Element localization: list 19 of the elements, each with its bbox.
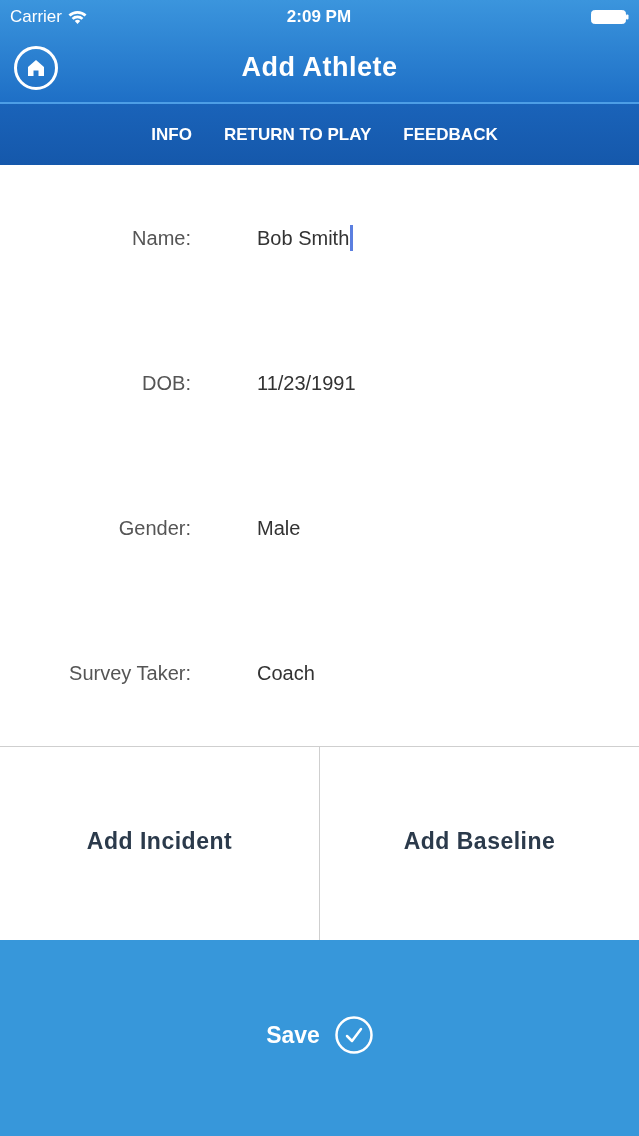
nav-tab[interactable]: FEEDBACK xyxy=(403,121,498,148)
nav-tab[interactable]: INFO xyxy=(151,121,192,148)
battery-icon xyxy=(591,9,629,24)
home-button[interactable] xyxy=(14,45,58,90)
text-field[interactable]: Coach xyxy=(257,658,315,689)
status-time: 2:09 PM xyxy=(286,5,352,28)
screen-title: Add Athlete xyxy=(241,51,398,85)
field-label: Name: xyxy=(132,225,191,251)
home-icon xyxy=(27,58,45,77)
nav-tab[interactable]: RETURN TO PLAY xyxy=(223,121,372,148)
text-field[interactable]: Bob Smith xyxy=(257,222,354,253)
text-field[interactable]: Male xyxy=(257,513,301,544)
field-label: Gender: xyxy=(118,516,191,542)
wifi-icon xyxy=(67,9,87,24)
field-label: Survey Taker: xyxy=(69,661,191,687)
text-field[interactable]: 11/23/1991 xyxy=(257,367,356,398)
carrier-name: Carrier xyxy=(10,5,62,28)
field-label: DOB: xyxy=(142,370,191,396)
checkmark-circle-icon xyxy=(334,1016,373,1054)
